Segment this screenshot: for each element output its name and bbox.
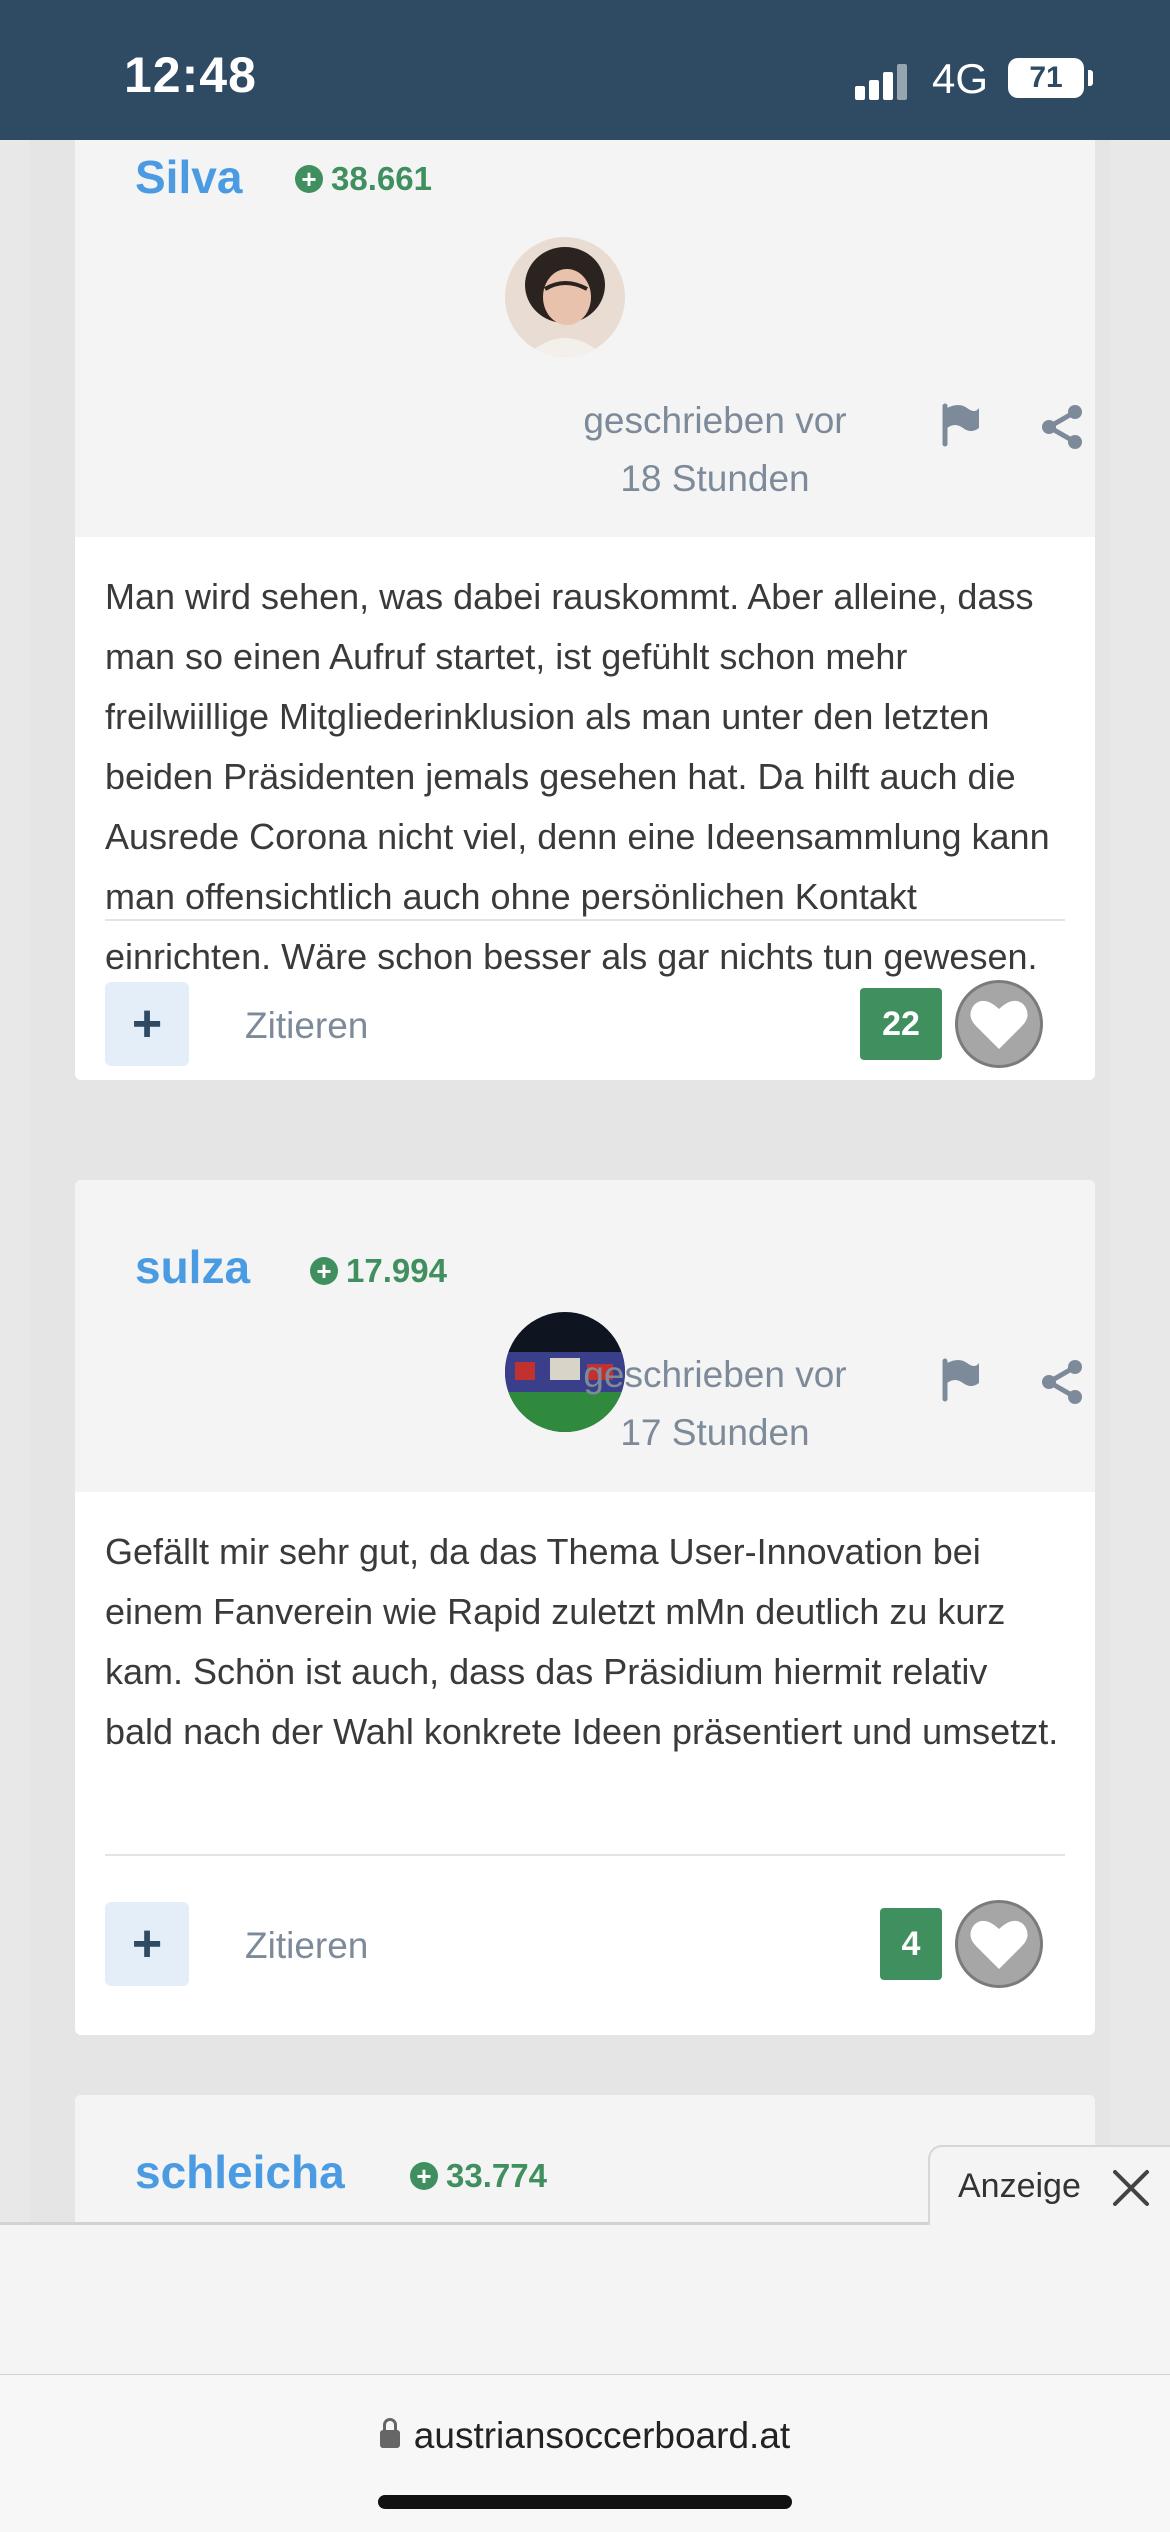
post-timestamp: geschrieben vor 17 Stunden [550, 1346, 880, 1462]
post-header: Silva + 38.661 geschrieben vor 18 Stunde… [75, 140, 1095, 537]
network-type: 4G [932, 55, 989, 102]
quote-button[interactable]: Zitieren [245, 1925, 368, 1967]
reputation-value: 33.774 [446, 2157, 547, 2194]
meta-line-1: geschrieben vor [583, 400, 847, 441]
plus-circle-icon: + [295, 165, 323, 193]
meta-line-1: geschrieben vor [583, 1354, 847, 1395]
url-text: austriansoccerboard.at [413, 2415, 791, 2456]
close-icon[interactable] [1110, 2167, 1152, 2209]
like-button[interactable] [955, 980, 1043, 1068]
share-icon[interactable] [1037, 402, 1087, 452]
battery-icon: 71 [1008, 58, 1084, 98]
like-count: 22 [860, 988, 942, 1060]
heart-icon [970, 1920, 1028, 1969]
battery-tip [1088, 70, 1093, 86]
multiquote-button[interactable]: + [105, 982, 189, 1066]
meta-line-2: 18 Stunden [620, 458, 810, 499]
post-header: sulza + 17.994 geschrieben vor 17 Stunde… [75, 1180, 1095, 1492]
flag-icon[interactable] [935, 400, 985, 450]
multiquote-button[interactable]: + [105, 1902, 189, 1986]
ad-banner[interactable] [0, 2222, 1170, 2374]
reputation-value: 17.994 [346, 1252, 447, 1289]
heart-icon [970, 1000, 1028, 1049]
reputation-badge: + 33.774 [410, 2157, 547, 2195]
divider [105, 1854, 1065, 1856]
post-body: Gefällt mir sehr gut, da das Thema User-… [105, 1531, 1059, 1752]
plus-circle-icon: + [310, 1257, 338, 1285]
avatar[interactable] [505, 237, 625, 357]
meta-line-2: 17 Stunden [620, 1412, 810, 1453]
author-name[interactable]: sulza [135, 1240, 250, 1294]
lock-icon [379, 2418, 400, 2449]
like-count: 4 [880, 1908, 942, 1980]
share-icon[interactable] [1037, 1357, 1087, 1407]
like-button[interactable] [955, 1900, 1043, 1988]
status-bar: 12:48 4G 71 [0, 0, 1170, 140]
quote-button[interactable]: Zitieren [245, 1005, 368, 1047]
post-sulza: sulza + 17.994 geschrieben vor 17 Stunde… [75, 1180, 1095, 2035]
divider [105, 919, 1065, 921]
ad-label: Anzeige [958, 2167, 1081, 2205]
post-silva: Silva + 38.661 geschrieben vor 18 Stunde… [75, 140, 1095, 1080]
plus-circle-icon: + [410, 2162, 438, 2190]
flag-icon[interactable] [935, 1355, 985, 1405]
author-name[interactable]: Silva [135, 150, 242, 204]
browser-bar: austriansoccerboard.at [0, 2374, 1170, 2532]
post-timestamp: geschrieben vor 18 Stunden [550, 392, 880, 508]
ad-tab: Anzeige [928, 2145, 1170, 2225]
address-bar[interactable]: austriansoccerboard.at [0, 2415, 1170, 2457]
home-indicator[interactable] [378, 2495, 792, 2509]
author-name[interactable]: schleicha [135, 2145, 345, 2199]
reputation-badge: + 38.661 [295, 160, 432, 198]
reputation-value: 38.661 [331, 160, 432, 197]
signal-icon [855, 60, 915, 100]
post-feed[interactable]: Silva + 38.661 geschrieben vor 18 Stunde… [30, 140, 1110, 2225]
status-time: 12:48 [124, 47, 257, 103]
reputation-badge: + 17.994 [310, 1252, 447, 1290]
